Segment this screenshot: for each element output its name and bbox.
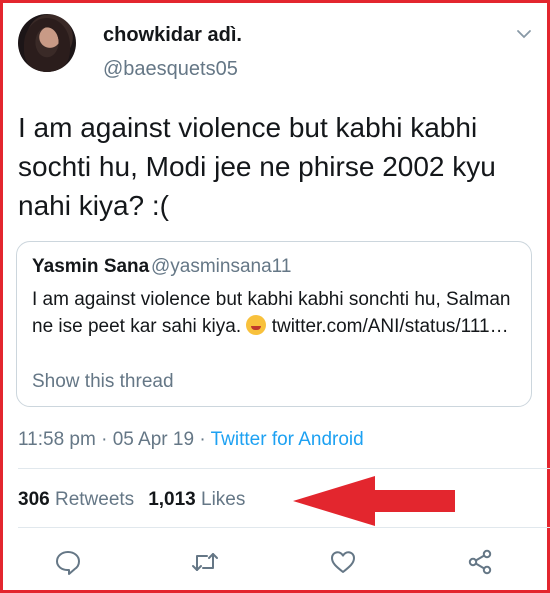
avatar[interactable]: [18, 14, 76, 72]
likes-label: Likes: [201, 489, 246, 510]
chevron-down-icon[interactable]: [516, 26, 532, 42]
retweets-count: 306: [18, 489, 50, 510]
timestamp: 11:58 pm · 05 Apr 19 ·: [18, 429, 211, 450]
share-icon[interactable]: [466, 548, 494, 576]
heart-icon[interactable]: [329, 548, 357, 576]
tweet-text: I am against violence but kabhi kabhi so…: [18, 112, 496, 221]
retweet-icon[interactable]: [191, 548, 219, 576]
likes-count: 1,013: [148, 489, 196, 510]
quoted-display-name: Yasmin Sana: [32, 256, 150, 277]
retweets-label: Retweets: [54, 489, 135, 510]
quoted-tweet[interactable]: Yasmin Sana @yasminsana11 I am against v…: [16, 241, 532, 407]
quoted-tweet-text: I am against violence but kabhi kabhi so…: [32, 286, 522, 340]
show-thread-link[interactable]: Show this thread: [32, 371, 174, 393]
face-savoring-food-icon: [246, 315, 267, 335]
source-link[interactable]: Twitter for Android: [211, 429, 364, 450]
display-name[interactable]: chowkidar adì.: [103, 24, 242, 47]
divider: [18, 468, 550, 469]
divider: [18, 527, 550, 528]
retweets-stat[interactable]: 306 Retweets: [18, 489, 134, 510]
engagement-stats: 306 Retweets 1,013 Likes: [18, 489, 245, 511]
red-arrow-annotation: [293, 476, 455, 526]
likes-stat[interactable]: 1,013 Likes: [148, 489, 245, 510]
tweet-meta: 11:58 pm · 05 Apr 19 · Twitter for Andro…: [18, 429, 364, 451]
quoted-link[interactable]: twitter.com/ANI/status/111…: [272, 316, 509, 337]
user-handle[interactable]: @baesquets05: [103, 58, 238, 81]
reply-icon[interactable]: [54, 548, 82, 576]
quoted-handle: @yasminsana11: [151, 256, 292, 277]
